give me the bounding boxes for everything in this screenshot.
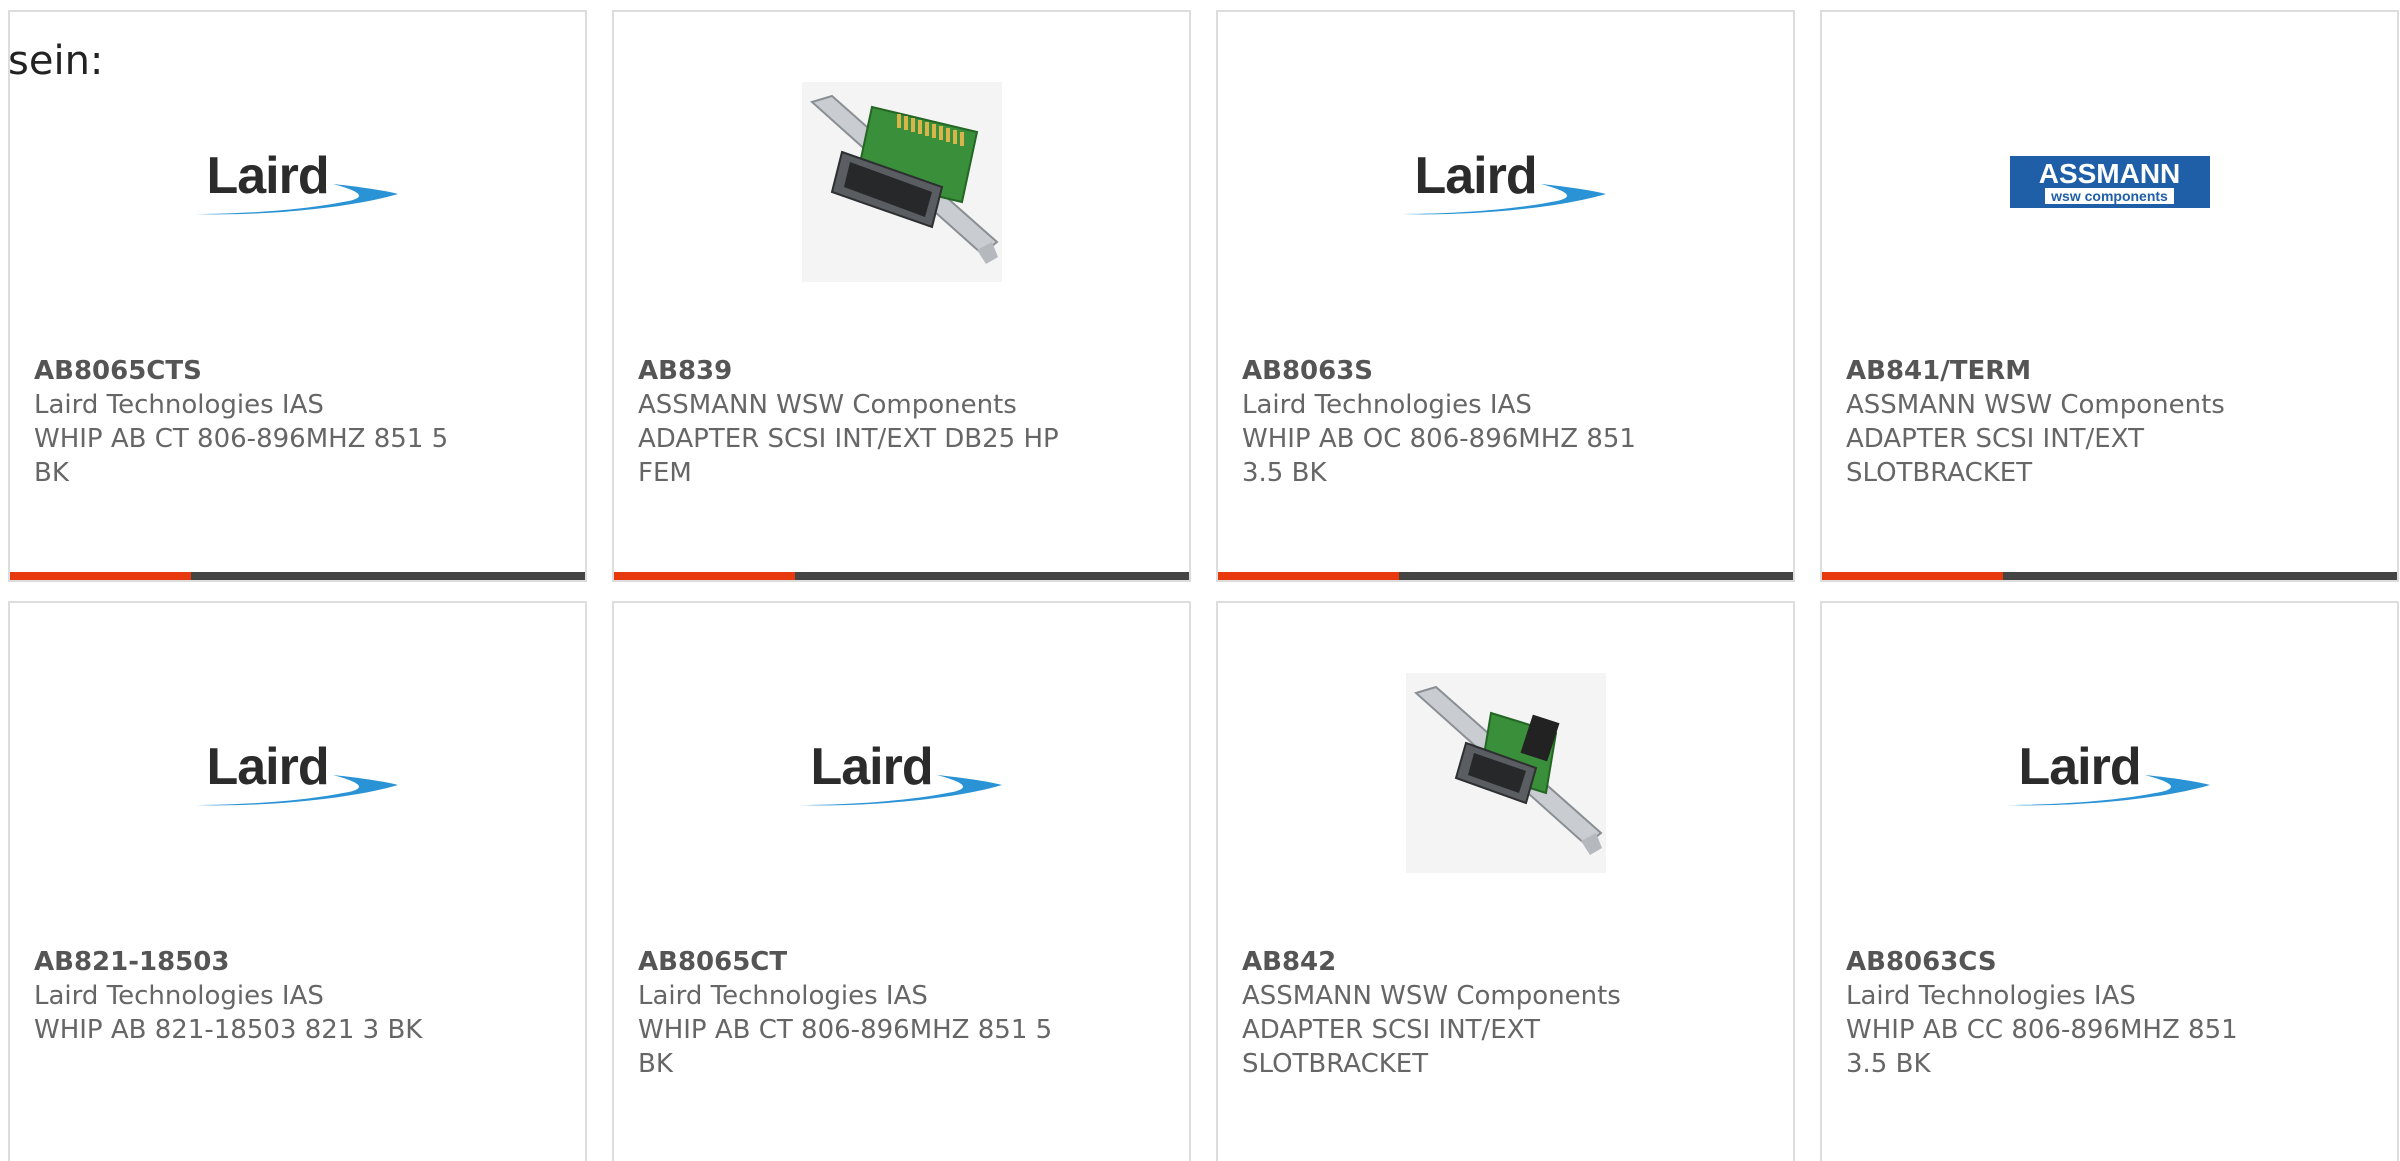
manufacturer-name: Laird Technologies IAS [34, 390, 324, 420]
card-bottom-bar [10, 572, 585, 580]
product-grid: Laird AB8065CTS Laird Technologies IAS WHIP… [8, 10, 2400, 1161]
product-card[interactable]: Laird AB8063S Laird Technologies IAS WHIP A… [1216, 10, 1795, 582]
laird-logo: Laird [797, 737, 1007, 809]
product-image[interactable]: ASSMANN wsw components [1822, 72, 2397, 292]
assmann-logo-wordmark: ASSMANN [2038, 158, 2181, 189]
product-image[interactable] [1218, 663, 1793, 883]
scsi-bracket-image [801, 82, 1002, 282]
product-description: WHIP AB CT 806-896MHZ 851 5 BK [34, 424, 449, 488]
card-accent-bar [1218, 572, 1399, 580]
product-card[interactable]: ASSMANN wsw components AB841/TERM ASSMANN W… [1820, 10, 2399, 582]
part-number[interactable]: AB8065CTS [34, 354, 464, 388]
product-description: ADAPTER SCSI INT/EXT SLOTBRACKET [1242, 1015, 1540, 1079]
product-description: WHIP AB 821-18503 821 3 BK [34, 1015, 423, 1045]
card-accent-bar [1822, 572, 2003, 580]
scsi-bracket-image [1405, 673, 1606, 873]
product-info: AB8063CS Laird Technologies IAS WHIP AB CC… [1846, 945, 2276, 1081]
product-description: ADAPTER SCSI INT/EXT SLOTBRACKET [1846, 424, 2144, 488]
laird-logo: Laird [1401, 146, 1611, 218]
laird-swoosh-icon [1402, 184, 1606, 215]
card-accent-bar [614, 572, 795, 580]
laird-swoosh-icon [2006, 775, 2210, 806]
product-image[interactable]: Laird [10, 663, 585, 883]
product-info: AB841/TERM ASSMANN WSW Components ADAPTER … [1846, 354, 2276, 490]
part-number[interactable]: AB821-18503 [34, 945, 464, 979]
part-number[interactable]: AB8063S [1242, 354, 1672, 388]
laird-logo: Laird [2005, 737, 2215, 809]
product-info: AB821-18503 Laird Technologies IAS WHIP AB… [34, 945, 464, 1047]
card-accent-bar [10, 572, 191, 580]
intro-text: sein: [8, 38, 104, 84]
laird-logo: Laird [193, 737, 403, 809]
manufacturer-name: Laird Technologies IAS [1242, 390, 1532, 420]
part-number[interactable]: AB842 [1242, 945, 1672, 979]
manufacturer-name: Laird Technologies IAS [34, 981, 324, 1011]
manufacturer-name: ASSMANN WSW Components [638, 390, 1017, 420]
laird-swoosh-icon [798, 775, 1002, 806]
product-description: WHIP AB CT 806-896MHZ 851 5 BK [638, 1015, 1053, 1079]
assmann-logo: ASSMANN wsw components [2009, 156, 2210, 208]
card-bottom-bar [1218, 572, 1793, 580]
product-card[interactable]: AB839 ASSMANN WSW Components ADAPTER SCSI … [612, 10, 1191, 582]
manufacturer-name: ASSMANN WSW Components [1242, 981, 1621, 1011]
product-info: AB842 ASSMANN WSW Components ADAPTER SCSI … [1242, 945, 1672, 1081]
manufacturer-name: Laird Technologies IAS [1846, 981, 2136, 1011]
laird-logo: Laird [193, 146, 403, 218]
product-card[interactable]: Laird AB8065CTS Laird Technologies IAS WHIP… [8, 10, 587, 582]
product-info: AB839 ASSMANN WSW Components ADAPTER SCSI … [638, 354, 1068, 490]
part-number[interactable]: AB8063CS [1846, 945, 2276, 979]
product-card[interactable]: Laird AB8063CS Laird Technologies IAS WHIP … [1820, 601, 2399, 1161]
product-image[interactable]: Laird [1218, 72, 1793, 292]
product-image[interactable]: Laird [614, 663, 1189, 883]
product-info: AB8063S Laird Technologies IAS WHIP AB OC … [1242, 354, 1672, 490]
page: sein: Laird AB8065CTS Laird Technologies I… [0, 0, 2400, 1161]
product-card[interactable]: AB842 ASSMANN WSW Components ADAPTER SCSI … [1216, 601, 1795, 1161]
product-card[interactable]: Laird AB8065CT Laird Technologies IAS WHIP … [612, 601, 1191, 1161]
manufacturer-name: Laird Technologies IAS [638, 981, 928, 1011]
product-info: AB8065CT Laird Technologies IAS WHIP AB CT… [638, 945, 1068, 1081]
manufacturer-name: ASSMANN WSW Components [1846, 390, 2225, 420]
product-description: WHIP AB OC 806-896MHZ 851 3.5 BK [1242, 424, 1636, 488]
product-info: AB8065CTS Laird Technologies IAS WHIP AB C… [34, 354, 464, 490]
product-card[interactable]: Laird AB821-18503 Laird Technologies IAS WH… [8, 601, 587, 1161]
part-number[interactable]: AB8065CT [638, 945, 1068, 979]
part-number[interactable]: AB839 [638, 354, 1068, 388]
product-description: WHIP AB CC 806-896MHZ 851 3.5 BK [1846, 1015, 2238, 1079]
card-bottom-bar [1822, 572, 2397, 580]
assmann-logo-subtext: wsw components [2045, 188, 2174, 204]
card-bottom-bar [614, 572, 1189, 580]
product-image[interactable]: Laird [1822, 663, 2397, 883]
product-image[interactable]: Laird [10, 72, 585, 292]
laird-swoosh-icon [194, 184, 398, 215]
laird-swoosh-icon [194, 775, 398, 806]
product-description: ADAPTER SCSI INT/EXT DB25 HP FEM [638, 424, 1059, 488]
product-image[interactable] [614, 72, 1189, 292]
part-number[interactable]: AB841/TERM [1846, 354, 2276, 388]
